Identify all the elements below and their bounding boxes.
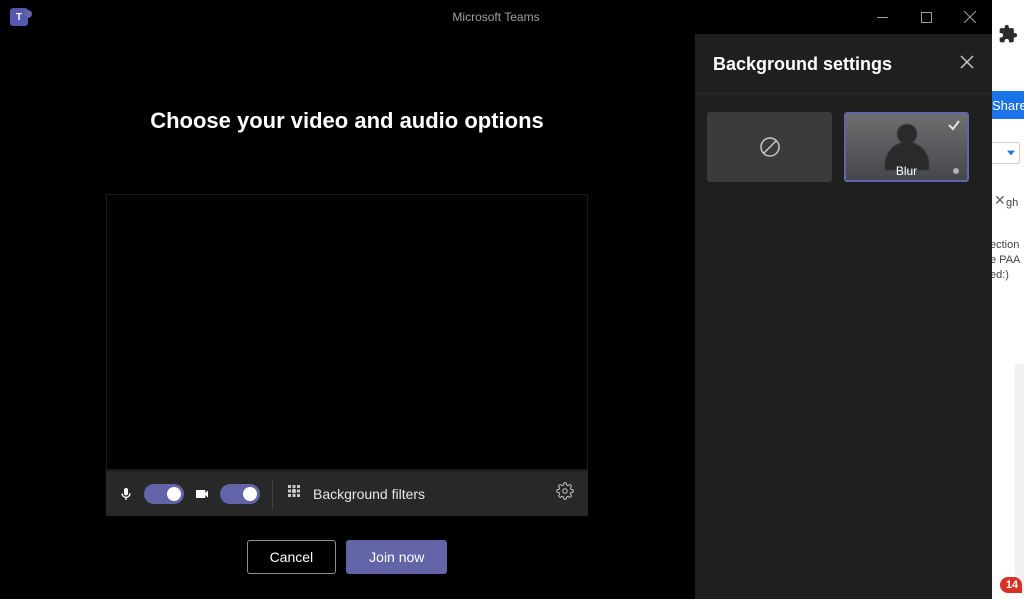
- panel-title: Background settings: [713, 54, 892, 75]
- text-fragment: ection: [992, 238, 1019, 252]
- maximize-button[interactable]: [904, 0, 948, 34]
- background-settings-panel: Background settings Blur: [694, 34, 992, 599]
- panel-header: Background settings: [695, 34, 992, 94]
- teams-app-icon: T: [10, 8, 28, 26]
- close-button[interactable]: [948, 0, 992, 34]
- panel-body: Blur: [695, 94, 992, 200]
- close-glyph[interactable]: ✕: [994, 192, 1006, 209]
- microphone-icon: [118, 486, 134, 502]
- background-window-strip: Share ✕ gh ection e PAA ed:) 14: [992, 0, 1024, 599]
- prejoin-main: Choose your video and audio options: [0, 34, 694, 599]
- share-button[interactable]: Share: [992, 91, 1024, 119]
- join-now-button[interactable]: Join now: [346, 540, 447, 574]
- selected-check-icon: [947, 118, 961, 137]
- cancel-button[interactable]: Cancel: [247, 540, 337, 574]
- background-tile-none[interactable]: [707, 112, 832, 182]
- text-fragment: gh: [1006, 196, 1018, 210]
- camera-toggle[interactable]: [220, 484, 260, 504]
- teams-window: T Microsoft Teams Choose your video and …: [0, 0, 992, 599]
- video-preview: [106, 194, 588, 470]
- background-filters-label: Background filters: [313, 486, 425, 502]
- tile-indicator-dot: [953, 168, 959, 174]
- tile-caption: Blur: [896, 164, 917, 178]
- device-settings-button[interactable]: [556, 482, 588, 505]
- background-tile-blur[interactable]: Blur: [844, 112, 969, 182]
- scrollbar-hint: [1015, 364, 1024, 592]
- text-fragment: ed:): [992, 268, 1009, 282]
- window-controls: [860, 0, 992, 34]
- none-icon: [758, 135, 782, 159]
- titlebar: T Microsoft Teams: [0, 0, 992, 34]
- minimize-button[interactable]: [860, 0, 904, 34]
- microphone-toggle[interactable]: [144, 484, 184, 504]
- background-filters-button[interactable]: Background filters: [273, 482, 588, 505]
- camera-icon: [194, 486, 210, 502]
- extension-icon[interactable]: [998, 24, 1018, 47]
- action-row: Cancel Join now: [247, 540, 448, 574]
- notification-badge: 14: [1000, 577, 1022, 593]
- device-toolbar: Background filters: [106, 470, 588, 516]
- panel-close-button[interactable]: [960, 55, 974, 74]
- dropdown-indicator[interactable]: [992, 142, 1020, 164]
- window-title: Microsoft Teams: [452, 10, 539, 24]
- text-fragment: e PAA: [992, 253, 1020, 267]
- background-filters-icon: [285, 482, 303, 505]
- page-heading: Choose your video and audio options: [150, 108, 544, 134]
